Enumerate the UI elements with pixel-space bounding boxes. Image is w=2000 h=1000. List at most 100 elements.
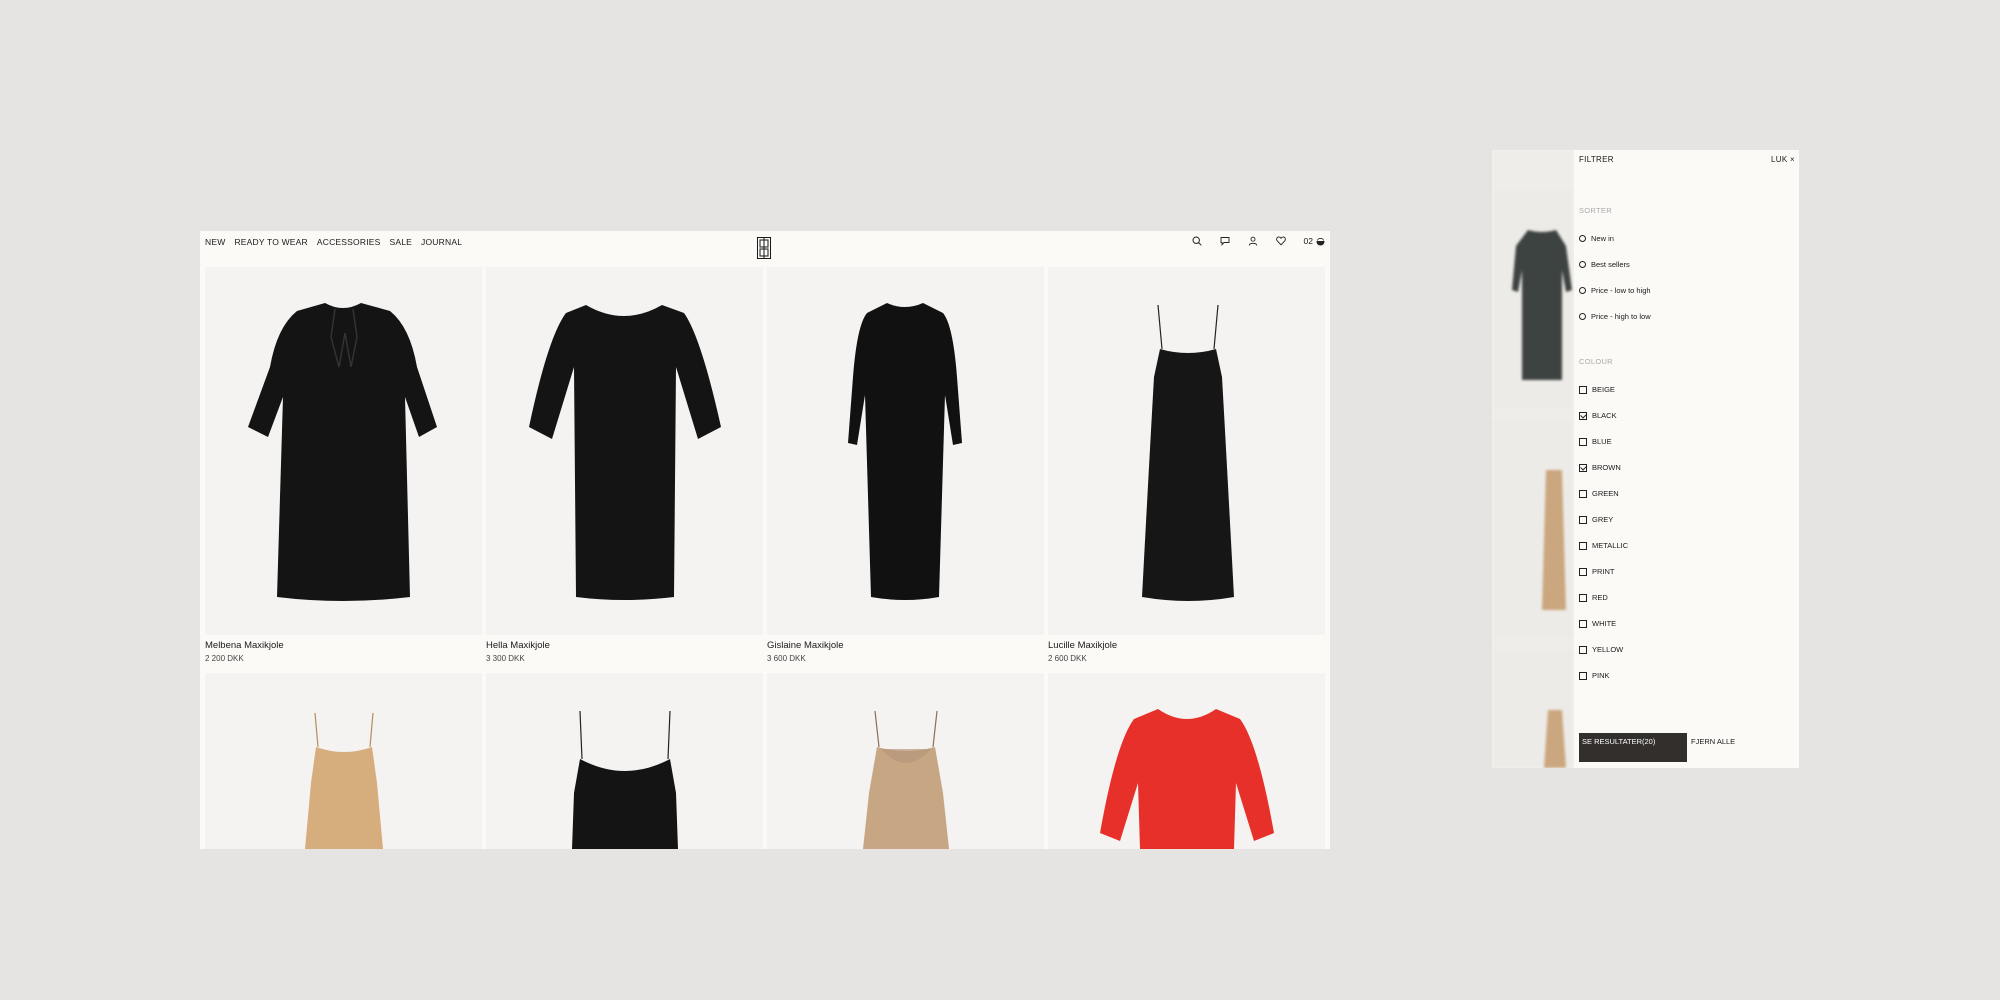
dress-illustration [305,712,383,849]
product-image[interactable] [1048,673,1325,849]
product-image[interactable] [486,267,763,635]
checkbox[interactable] [1579,671,1587,680]
colour-option-yellow[interactable]: YELLOW [1579,645,1623,654]
checkbox[interactable] [1579,593,1587,602]
product-card[interactable]: Lucille Maxikjole 2 600 DKK [1048,267,1325,663]
colour-option-green[interactable]: GREEN [1579,489,1619,498]
option-label: RED [1592,593,1608,602]
checkbox[interactable] [1579,515,1587,524]
checkbox[interactable] [1579,541,1587,550]
product-image[interactable] [1048,267,1325,635]
checkbox[interactable] [1579,645,1587,654]
product-image[interactable] [486,673,763,849]
product-price: 2 200 DKK [205,654,244,663]
product-name[interactable]: Lucille Maxikjole [1048,640,1325,652]
product-card[interactable] [486,673,763,849]
product-name[interactable]: Gislaine Maxikjole [767,640,1044,652]
nav-link-journal[interactable]: JOURNAL [421,237,462,247]
main-menu: NEW READY TO WEAR ACCESSORIES SALE JOURN… [205,237,462,247]
product-image[interactable] [767,267,1044,635]
colour-option-grey[interactable]: GREY [1579,515,1613,524]
checkbox[interactable] [1579,619,1587,628]
colour-option-print[interactable]: PRINT [1579,567,1615,576]
checkbox[interactable] [1579,489,1587,498]
radio-button[interactable] [1579,235,1586,242]
bag-button[interactable]: 02 [1304,236,1325,246]
nav-link-ready-to-wear[interactable]: READY TO WEAR [234,237,307,247]
shop-window: NEW READY TO WEAR ACCESSORIES SALE JOURN… [200,231,1330,849]
sort-option-new-in[interactable]: New in [1579,234,1614,243]
bag-count: 02 [1303,236,1313,246]
colour-option-white[interactable]: WHITE [1579,619,1616,628]
sort-option-best-sellers[interactable]: Best sellers [1579,260,1630,269]
radio-button[interactable] [1579,287,1586,294]
product-name[interactable]: Hella Maxikjole [486,640,763,652]
brand-logo[interactable] [757,237,771,259]
filter-panel: FILTRER LUK × SORTER New in Best sellers… [1574,150,1799,768]
dress-illustration [1142,304,1234,601]
product-image[interactable] [205,673,482,849]
option-label: WHITE [1592,619,1617,628]
heart-icon[interactable] [1275,236,1286,246]
close-button[interactable]: LUK × [1771,155,1795,164]
header-icons: 02 [1192,236,1325,246]
checkbox[interactable] [1579,385,1587,394]
clear-all-button[interactable]: FJERN ALLE [1691,737,1735,746]
product-card[interactable]: Gislaine Maxikjole 3 600 DKK [767,267,1044,663]
colour-option-black[interactable]: BLACK [1579,411,1617,420]
background-product-list [1492,150,1574,768]
product-name[interactable]: Melbena Maxikjole [205,640,482,652]
option-label: PINK [1592,671,1610,680]
colour-option-red[interactable]: RED [1579,593,1608,602]
checkbox[interactable] [1579,411,1587,420]
filter-title: FILTRER [1579,155,1614,164]
product-card[interactable]: Melbena Maxikjole 2 200 DKK [205,267,482,663]
see-results-button[interactable]: SE RESULTATER(20) [1579,733,1687,762]
colour-option-brown[interactable]: BROWN [1579,463,1621,472]
product-image[interactable] [767,673,1044,849]
top-navigation: NEW READY TO WEAR ACCESSORIES SALE JOURN… [200,231,1330,267]
dress-illustration [572,710,678,849]
colour-option-metallic[interactable]: METALLIC [1579,541,1628,550]
option-label: New in [1591,234,1614,243]
dress-illustration [1100,709,1274,849]
filter-window: FILTRER LUK × SORTER New in Best sellers… [1492,150,1799,768]
dress-illustration [863,710,949,849]
account-icon[interactable] [1248,236,1258,246]
option-label: BLACK [1592,411,1617,420]
sort-option-price-high-low[interactable]: Price - high to low [1579,312,1651,321]
checkbox[interactable] [1579,567,1587,576]
dress-illustration [848,303,962,600]
option-label: Price - high to low [1591,312,1651,321]
product-image[interactable] [205,267,482,635]
checkbox[interactable] [1579,437,1587,446]
option-label: BEIGE [1592,385,1615,394]
option-label: BLUE [1592,437,1612,446]
product-card[interactable] [1048,673,1325,849]
product-card[interactable]: Hella Maxikjole 3 300 DKK [486,267,763,663]
nav-link-new[interactable]: NEW [205,237,225,247]
sort-option-price-low-high[interactable]: Price - low to high [1579,286,1651,295]
bag-icon [1316,237,1325,245]
search-icon[interactable] [1192,236,1202,246]
colour-option-pink[interactable]: PINK [1579,671,1610,680]
product-card[interactable] [205,673,482,849]
product-price: 3 300 DKK [486,654,525,663]
nav-link-accessories[interactable]: ACCESSORIES [317,237,381,247]
radio-button[interactable] [1579,261,1586,268]
sort-heading: SORTER [1579,206,1612,215]
chat-icon[interactable] [1220,236,1230,246]
product-price: 3 600 DKK [767,654,806,663]
option-label: METALLIC [1592,541,1629,550]
colour-option-beige[interactable]: BEIGE [1579,385,1615,394]
checkbox[interactable] [1579,463,1587,472]
radio-button[interactable] [1579,313,1586,320]
nav-link-sale[interactable]: SALE [390,237,413,247]
option-label: PRINT [1592,567,1615,576]
option-label: GREY [1592,515,1614,524]
dress-illustration [529,305,721,600]
colour-heading: COLOUR [1579,357,1613,366]
colour-option-blue[interactable]: BLUE [1579,437,1612,446]
product-card[interactable] [767,673,1044,849]
dress-illustration [248,303,437,601]
